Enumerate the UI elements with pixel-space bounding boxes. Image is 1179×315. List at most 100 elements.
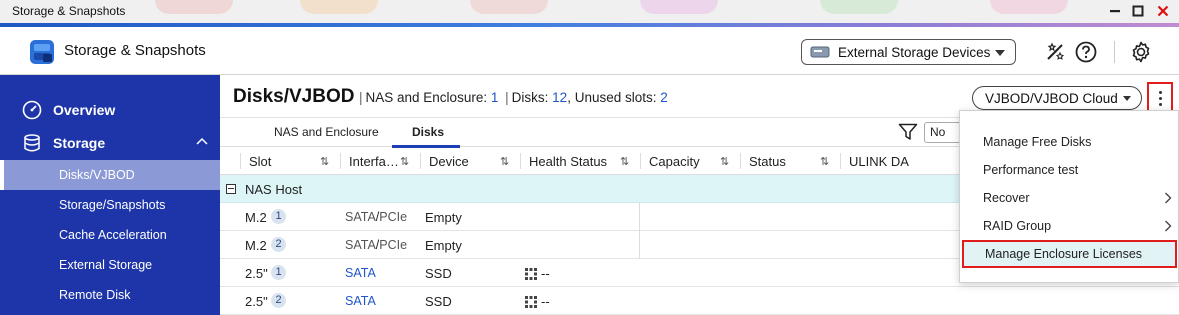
- maximize-icon: [1132, 5, 1144, 17]
- collapse-icon[interactable]: [226, 184, 236, 194]
- sidebar-subitem-label: Cache Acceleration: [59, 228, 167, 242]
- slot-index-badge: 1: [271, 265, 286, 280]
- column-header-device[interactable]: Device: [429, 154, 469, 169]
- settings-button[interactable]: [1129, 40, 1153, 64]
- filter-icon[interactable]: [898, 123, 918, 141]
- sidebar: Overview Storage Disks/VJBOD Storage/Sna…: [0, 75, 220, 315]
- background-blur: [820, 0, 898, 14]
- column-divider: [520, 153, 521, 169]
- gear-icon: [1132, 41, 1150, 63]
- slot-label: M.2: [245, 238, 267, 253]
- slot-index-badge: 2: [271, 237, 286, 252]
- window-title: Storage & Snapshots: [12, 4, 126, 18]
- column-header-interface[interactable]: Interfa…: [349, 154, 399, 169]
- maximize-button[interactable]: [1128, 2, 1148, 20]
- sort-icon[interactable]: ⇅: [620, 155, 629, 168]
- background-blur: [640, 0, 718, 14]
- column-header-slot[interactable]: Slot: [249, 154, 271, 169]
- column-divider: [639, 203, 640, 259]
- sort-icon[interactable]: ⇅: [320, 155, 329, 168]
- grid-icon[interactable]: [525, 295, 537, 308]
- dashboard-icon: [22, 100, 42, 120]
- background-blur: [470, 0, 548, 14]
- grid-icon[interactable]: [525, 267, 537, 280]
- more-options-button[interactable]: [1147, 82, 1173, 113]
- external-storage-label: External Storage Devices: [838, 44, 991, 60]
- interface-value: SATA/PCIe: [345, 238, 407, 252]
- vjbod-dropdown[interactable]: VJBOD/VJBOD Cloud: [972, 86, 1142, 110]
- column-header-health-status[interactable]: Health Status: [529, 154, 607, 169]
- help-button[interactable]: [1074, 40, 1098, 64]
- interface-primary: SATA: [345, 238, 376, 252]
- sidebar-subitem-label: External Storage: [59, 258, 153, 272]
- sidebar-item-cache-acceleration[interactable]: Cache Acceleration: [0, 220, 220, 250]
- disks-count: 12: [552, 90, 568, 105]
- health-value: --: [541, 266, 550, 281]
- tab-disks[interactable]: Disks: [412, 125, 444, 139]
- menu-item-performance-test[interactable]: Performance test: [960, 156, 1179, 184]
- sidebar-item-remote-disk[interactable]: Remote Disk: [0, 280, 220, 310]
- sidebar-subitem-label: Disks/VJBOD: [59, 168, 135, 182]
- health-value: --: [541, 294, 550, 309]
- app-title: Storage & Snapshots: [64, 42, 206, 59]
- close-button[interactable]: [1153, 2, 1173, 20]
- column-header-status[interactable]: Status: [749, 154, 786, 169]
- sidebar-item-storage[interactable]: Storage: [0, 127, 220, 159]
- chevron-up-icon: [196, 137, 208, 145]
- menu-item-label: Manage Free Disks: [983, 135, 1092, 149]
- menu-item-manage-free-disks[interactable]: Manage Free Disks: [960, 128, 1179, 156]
- sidebar-subitem-label: Storage/Snapshots: [59, 198, 166, 212]
- sort-icon[interactable]: ⇅: [820, 155, 829, 168]
- external-storage-dropdown[interactable]: External Storage Devices: [801, 39, 1016, 65]
- sort-icon[interactable]: ⇅: [400, 155, 409, 168]
- column-divider: [840, 153, 841, 169]
- sort-icon[interactable]: ⇅: [500, 155, 509, 168]
- app-header: Storage & Snapshots External Storage Dev…: [0, 27, 1179, 75]
- column-header-ulink[interactable]: ULINK DA: [849, 154, 909, 169]
- slot-label: M.2: [245, 210, 267, 225]
- slot-label: 2.5": [245, 294, 268, 309]
- sidebar-item-label: Overview: [53, 102, 116, 118]
- sort-icon[interactable]: ⇅: [720, 155, 729, 168]
- column-divider: [240, 153, 241, 169]
- slot-label: 2.5": [245, 266, 268, 281]
- sidebar-item-storage-snapshots[interactable]: Storage/Snapshots: [0, 190, 220, 220]
- column-divider: [740, 153, 741, 169]
- device-value: SSD: [425, 266, 452, 281]
- column-header-capacity[interactable]: Capacity: [649, 154, 700, 169]
- chevron-right-icon: [1165, 192, 1172, 204]
- interface-secondary: PCIe: [379, 210, 408, 224]
- minimize-button[interactable]: [1105, 2, 1125, 20]
- column-divider: [420, 153, 421, 169]
- table-row[interactable]: 2.5" 2 SATA SSD --: [220, 287, 1179, 315]
- chevron-right-icon: [1165, 220, 1172, 232]
- external-drive-icon: [810, 46, 830, 58]
- sidebar-item-external-storage[interactable]: External Storage: [0, 250, 220, 280]
- more-options-menu: Manage Free Disks Performance test Recov…: [959, 110, 1179, 283]
- sidebar-item-disks-vjbod[interactable]: Disks/VJBOD: [0, 160, 220, 190]
- chevron-down-icon: [1123, 96, 1131, 101]
- diagnostic-button[interactable]: [1043, 40, 1067, 64]
- unused-count: 2: [660, 90, 668, 105]
- background-blur: [155, 0, 233, 14]
- menu-item-recover[interactable]: Recover: [960, 184, 1179, 212]
- menu-item-manage-enclosure-licenses[interactable]: Manage Enclosure Licenses: [962, 240, 1177, 268]
- chevron-down-icon: [995, 50, 1005, 56]
- column-divider: [340, 153, 341, 169]
- tab-nas-and-enclosure[interactable]: NAS and Enclosure: [274, 125, 379, 139]
- more-vertical-icon: [1159, 103, 1162, 106]
- menu-item-raid-group[interactable]: RAID Group: [960, 212, 1179, 240]
- help-icon: [1075, 41, 1097, 63]
- more-vertical-icon: [1159, 91, 1162, 94]
- disk-summary: | NAS and Enclosure: 1 | Disks: 12, Unused…: [356, 90, 668, 105]
- slot-index-badge: 1: [271, 209, 286, 224]
- health-status-cell: --: [525, 266, 550, 281]
- page-title: Disks/VJBOD: [233, 86, 355, 107]
- slot-index-badge: 2: [271, 293, 286, 308]
- sidebar-item-overview[interactable]: Overview: [0, 94, 220, 126]
- nas-label: NAS and Enclosure:: [365, 90, 488, 105]
- menu-item-label: Recover: [983, 191, 1030, 205]
- disks-label: Disks:: [511, 90, 549, 105]
- menu-item-label: RAID Group: [983, 219, 1052, 233]
- background-blur: [300, 0, 378, 14]
